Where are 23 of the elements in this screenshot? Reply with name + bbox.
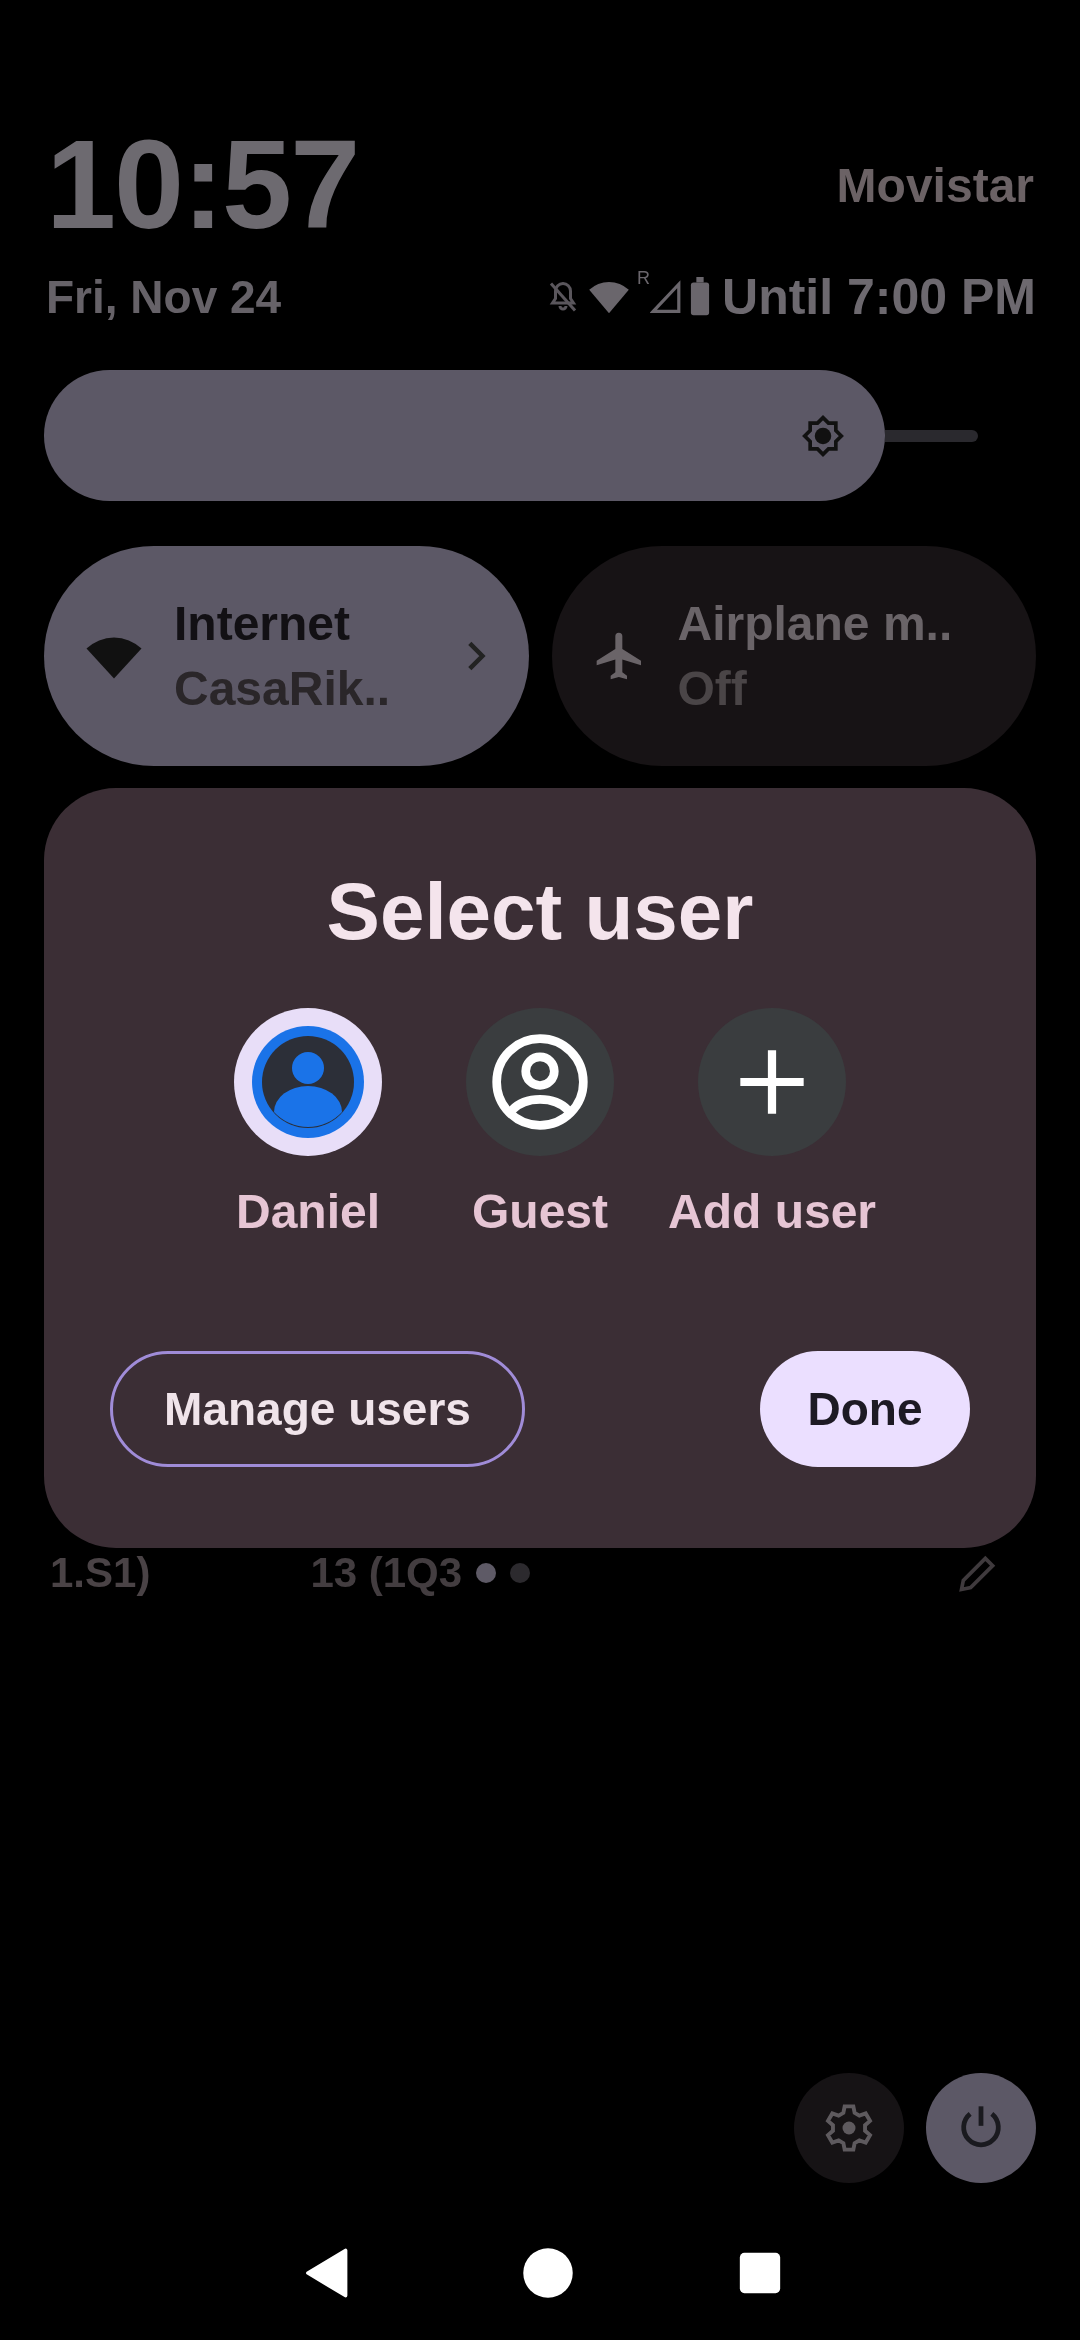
user-name: Add user xyxy=(668,1184,876,1239)
user-name: Daniel xyxy=(235,1184,380,1239)
slider-track[interactable] xyxy=(884,429,978,442)
home-icon[interactable] xyxy=(521,2246,575,2300)
signal-icon xyxy=(650,279,683,315)
dialog-button[interactable]: Manage users xyxy=(110,1351,525,1467)
dialog-button[interactable]: Done xyxy=(760,1351,970,1467)
tile-title: Internet xyxy=(174,596,351,651)
brightness-icon xyxy=(800,413,845,458)
recents-icon[interactable] xyxy=(738,2251,783,2295)
clock-date: Fri, Nov 24 xyxy=(46,270,282,324)
build-number: 13 (1Q3 xyxy=(310,1549,463,1597)
tile-title: Airplane m.. xyxy=(677,596,954,651)
roaming-indicator: R xyxy=(637,268,651,289)
dialog-title: Select user xyxy=(326,868,754,956)
settings-icon xyxy=(823,2102,875,2154)
person-icon xyxy=(252,1026,364,1138)
alarm-text: Until 7:00 PM xyxy=(722,268,1036,326)
clock-time: 10:57 xyxy=(46,122,359,248)
build-number: 1.S1) xyxy=(50,1549,151,1597)
user-name: Guest xyxy=(472,1184,608,1239)
tile-subtitle: CasaRik.. xyxy=(174,661,392,716)
carrier-name: Movistar xyxy=(836,157,1034,213)
